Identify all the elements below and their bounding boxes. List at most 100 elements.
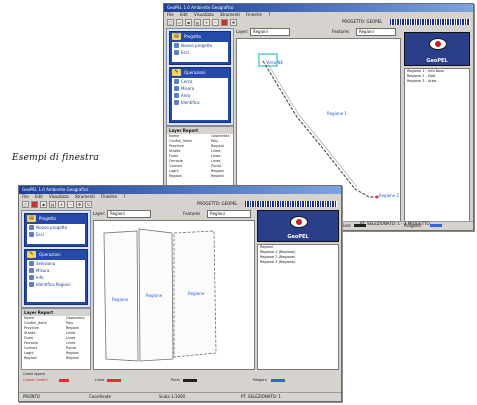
map-canvas[interactable]: Regione Regione Regione: [93, 220, 255, 370]
region-label: Regione: [188, 291, 205, 296]
progress-indicator: [245, 201, 337, 207]
project-label: PROGETTO: GEOPEL: [197, 201, 238, 206]
nav-item-info[interactable]: Info: [27, 274, 85, 281]
zoom-out-icon[interactable]: −: [67, 201, 74, 208]
layer-list-title: Layer Report: [167, 127, 233, 134]
print-icon[interactable]: ▤: [194, 19, 201, 26]
exit-icon: [174, 50, 179, 55]
menu-tools[interactable]: Strumenti: [75, 194, 95, 199]
region-label: Area NE: [267, 60, 283, 65]
identify-icon: [29, 282, 34, 287]
identify-icon: [174, 100, 179, 105]
menu-view[interactable]: Visualizza: [49, 194, 69, 199]
nav-panel: ▤ Progetto Nuovo progetto Esci ✎ Operazion…: [21, 210, 91, 308]
menu-help[interactable]: ?: [268, 12, 270, 17]
layer-select[interactable]: Regioni: [250, 28, 290, 36]
refresh-icon[interactable]: ↻: [85, 201, 92, 208]
nav-item-exit[interactable]: Esci: [172, 49, 228, 56]
legend-title: Colori layers: [23, 372, 45, 376]
window-titlebar: GeoPEL 1.0 Ambiente Geografico: [164, 4, 473, 12]
menu-file[interactable]: File: [22, 194, 29, 199]
info-row[interactable]: Regione 3 (Regione): [258, 260, 338, 265]
nav-item-measure[interactable]: Misura: [172, 85, 228, 92]
poly-color-swatch[interactable]: [430, 224, 442, 227]
nav-section-header[interactable]: ✎ Operazioni: [170, 68, 230, 77]
boundary-line-secondary: [264, 58, 358, 188]
menu-tools[interactable]: Strumenti: [220, 12, 240, 17]
nav-section-header[interactable]: ▤ Progetto: [25, 214, 87, 223]
nav-item-identify[interactable]: Identifica Regioni: [27, 281, 85, 288]
tools-icon: ✎: [172, 69, 181, 76]
exit-icon: [29, 232, 34, 237]
menu-edit[interactable]: Edit: [180, 12, 188, 17]
feature-select[interactable]: Regioni: [207, 210, 251, 218]
nav-section-header[interactable]: ▤ Progetto: [170, 32, 230, 41]
stop-icon[interactable]: [221, 19, 228, 26]
status-selection: PT. SELEZIONATO: 1: [241, 394, 281, 399]
area-icon: [174, 93, 179, 98]
legend-bar: Colori layers Colore Confini Linee Punti…: [21, 372, 337, 386]
point-color-swatch[interactable]: [183, 379, 197, 382]
new-icon[interactable]: □: [167, 19, 174, 26]
info-row[interactable]: Regione 3 - Area: [405, 79, 469, 84]
ruler-icon: [174, 86, 179, 91]
legend-item: Linee: [95, 378, 105, 382]
zoom-in-icon[interactable]: +: [58, 201, 65, 208]
window-titlebar: GeoPEL 1.0 Ambiente Geografico: [19, 186, 341, 194]
nav-item-identify[interactable]: Identifica: [172, 99, 228, 106]
table-row[interactable]: Regioni Regioni: [22, 356, 90, 361]
stop-icon[interactable]: [31, 201, 38, 208]
nav-item-area[interactable]: Area: [172, 92, 228, 99]
project-label: PROGETTO: GEOPEL: [342, 19, 383, 24]
poly-color-swatch[interactable]: [271, 379, 285, 382]
save-icon[interactable]: ▪: [40, 201, 47, 208]
table-row[interactable]: Regioni Regioni: [167, 174, 233, 179]
info-panel: Regione 1 - Info base Regione 2 - Dati R…: [404, 68, 470, 222]
zoom-out-icon[interactable]: −: [212, 19, 219, 26]
layer-list: Layer Report Nome Geometria Confini_Itali…: [21, 308, 91, 370]
info-panel: Regioni Regione 1 (Regione) Regione 2 (R…: [257, 244, 339, 370]
folder-icon: ▤: [172, 33, 181, 40]
save-icon[interactable]: ▪: [185, 19, 192, 26]
menu-windows[interactable]: Finestre: [246, 12, 262, 17]
nav-item-search[interactable]: Cerca: [172, 78, 228, 85]
new-icon[interactable]: □: [22, 201, 29, 208]
region-label: Regione 2: [379, 193, 399, 198]
status-bar: PRONTO Coordinate Scala 1:1000 PT. SELEZ…: [19, 392, 341, 401]
geopel-logo: GeoPEL: [404, 32, 470, 66]
nav-item-new-project[interactable]: Nuovo progetto: [27, 224, 85, 231]
status-coordinates: Coordinate: [89, 394, 111, 399]
back-status-right: PT. SELEZIONATO: 1 - 3 PROGETTO: [360, 221, 430, 226]
feature-select[interactable]: Regioni: [356, 28, 396, 36]
nav-section-header[interactable]: ✎ Operazioni: [25, 250, 87, 259]
nav-item-exit[interactable]: Esci: [27, 231, 85, 238]
layer-select-label: Layer:: [236, 29, 249, 34]
layer-list-title: Layer Report: [22, 309, 90, 316]
nav-section-body: Nuovo progetto Esci: [27, 224, 85, 244]
nav-item-measure[interactable]: Misura: [27, 267, 85, 274]
menu-help[interactable]: ?: [123, 194, 125, 199]
nav-section-body: Nuovo progetto Esci: [172, 42, 228, 62]
status-scale: Scala 1:1000: [159, 394, 186, 399]
open-icon[interactable]: ▭: [176, 19, 183, 26]
geopel-logo: GeoPEL: [257, 210, 339, 242]
line-color-swatch[interactable]: [107, 379, 121, 382]
menu-file[interactable]: File: [167, 12, 174, 17]
print-icon[interactable]: ▤: [49, 201, 56, 208]
pan-icon[interactable]: ✥: [230, 19, 237, 26]
menu-windows[interactable]: Finestre: [101, 194, 117, 199]
project-icon: [29, 225, 34, 230]
nav-item-new-project[interactable]: Nuovo progetto: [172, 42, 228, 49]
feature-select-label: Features: [332, 29, 350, 34]
zoom-in-icon[interactable]: +: [203, 19, 210, 26]
nav-section-operations: ✎ Operazioni Seleziona Misura Info Identi…: [24, 249, 88, 305]
border-color-swatch[interactable]: [59, 379, 69, 382]
pan-icon[interactable]: ✥: [76, 201, 83, 208]
region-label: Regione: [146, 293, 163, 298]
menu-edit[interactable]: Edit: [35, 194, 43, 199]
region-label: Regione: [112, 297, 129, 302]
nav-item-select[interactable]: Seleziona: [27, 260, 85, 267]
menu-view[interactable]: Visualizza: [194, 12, 214, 17]
layer-select[interactable]: Regioni: [107, 210, 151, 218]
toolbar: □ ▪ ▤ + − ✥ ↻ PROGETTO: GEOPEL: [19, 200, 341, 209]
